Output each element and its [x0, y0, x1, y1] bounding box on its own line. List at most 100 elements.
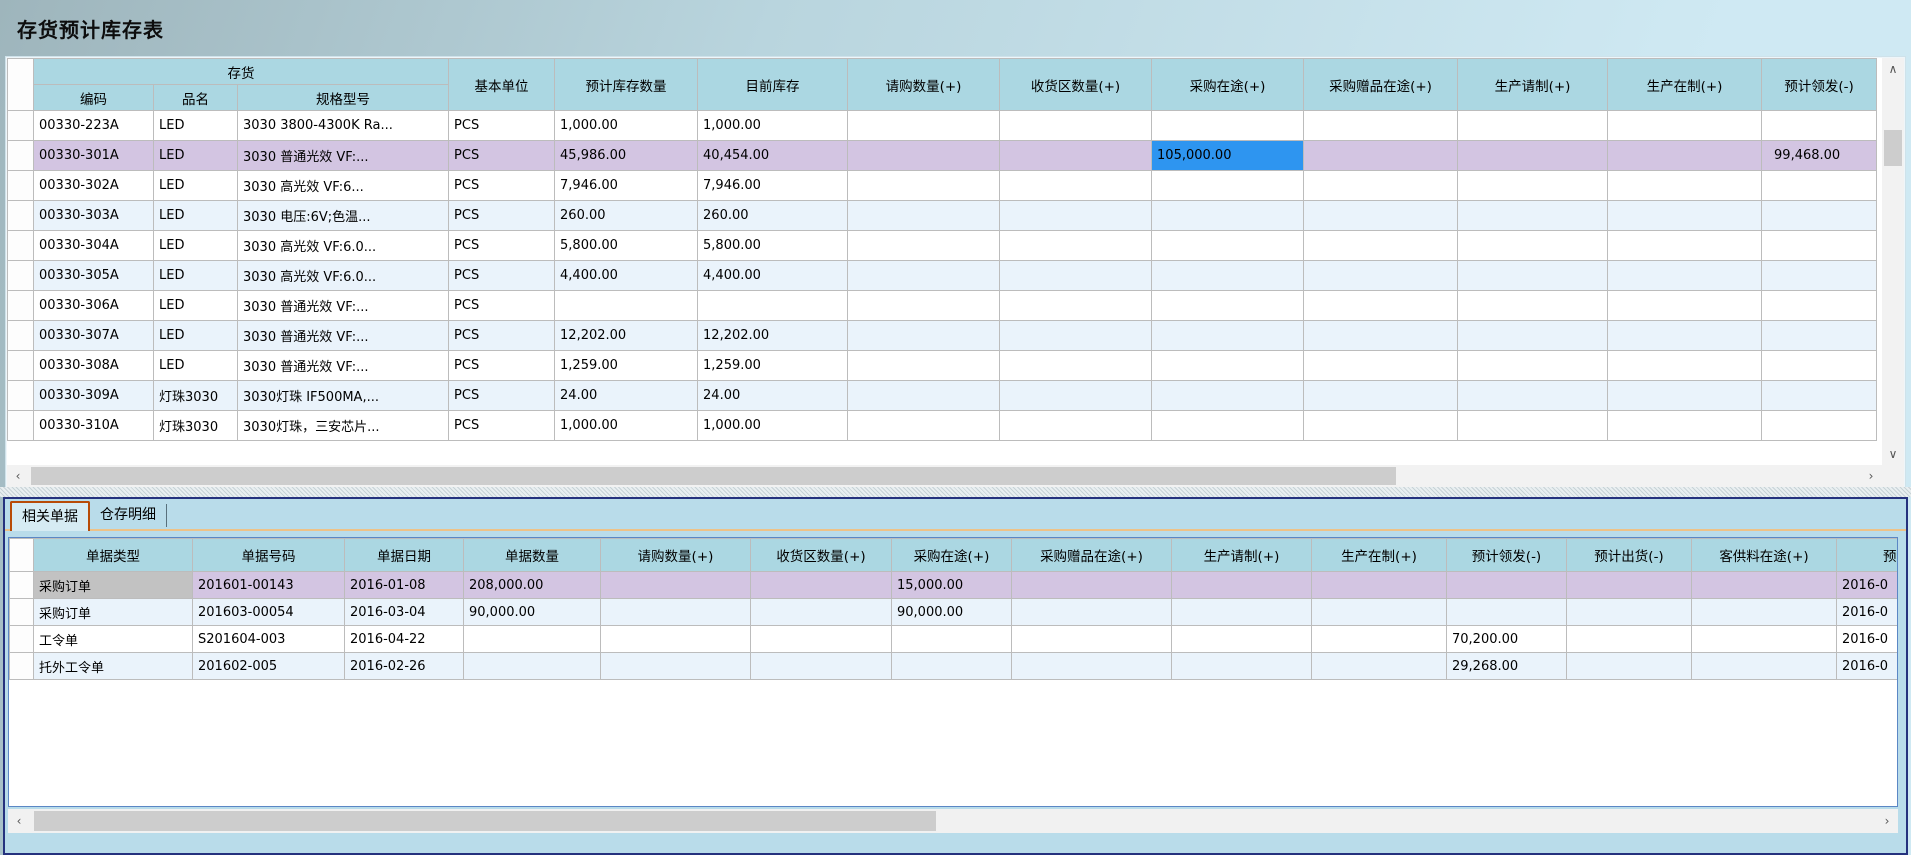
grid-cell[interactable]: [848, 231, 1000, 261]
grid-cell[interactable]: [1012, 626, 1172, 653]
grid-cell[interactable]: [1608, 201, 1762, 231]
grid-cell[interactable]: [1312, 572, 1447, 599]
column-header[interactable]: 品名: [154, 85, 238, 111]
grid-cell[interactable]: [1762, 201, 1877, 231]
column-header[interactable]: 收货区数量(+): [751, 539, 892, 572]
grid-cell[interactable]: 99,468.00: [1762, 141, 1877, 171]
grid-cell[interactable]: [1608, 231, 1762, 261]
row-indicator[interactable]: [10, 653, 34, 680]
horizontal-scrollbar-thumb[interactable]: [31, 467, 1396, 485]
grid-cell[interactable]: 3030 普通光效 VF:...: [238, 351, 449, 381]
grid-cell[interactable]: [1567, 653, 1692, 680]
grid-cell[interactable]: PCS: [449, 291, 555, 321]
grid-cell[interactable]: [1152, 291, 1304, 321]
grid-cell[interactable]: [1304, 111, 1458, 141]
grid-cell[interactable]: 00330-308A: [34, 351, 154, 381]
row-indicator[interactable]: [8, 351, 34, 381]
grid-cell[interactable]: [848, 261, 1000, 291]
column-header[interactable]: 请购数量(+): [848, 59, 1000, 111]
horizontal-scrollbar-thumb[interactable]: [34, 811, 936, 831]
column-header[interactable]: 预计出货(-): [1567, 539, 1692, 572]
grid-cell[interactable]: [1304, 141, 1458, 171]
grid-cell[interactable]: [1000, 381, 1152, 411]
grid-cell[interactable]: 2016-01-08: [345, 572, 464, 599]
grid-cell[interactable]: [1000, 291, 1152, 321]
column-header[interactable]: 目前库存: [698, 59, 848, 111]
row-indicator[interactable]: [8, 381, 34, 411]
grid-cell[interactable]: LED: [154, 321, 238, 351]
grid-cell[interactable]: [1458, 351, 1608, 381]
grid-cell[interactable]: [1458, 231, 1608, 261]
grid-cell[interactable]: [1762, 111, 1877, 141]
grid-cell[interactable]: PCS: [449, 321, 555, 351]
grid-cell[interactable]: 1,259.00: [555, 351, 698, 381]
vertical-scrollbar-thumb[interactable]: [1884, 130, 1902, 166]
grid-cell[interactable]: 90,000.00: [892, 599, 1012, 626]
grid-cell[interactable]: [555, 291, 698, 321]
row-indicator[interactable]: [8, 321, 34, 351]
grid-cell[interactable]: [1692, 626, 1837, 653]
column-header[interactable]: 采购赠品在途(+): [1304, 59, 1458, 111]
grid-cell[interactable]: [1312, 653, 1447, 680]
grid-cell[interactable]: [1608, 351, 1762, 381]
grid-cell[interactable]: [1608, 381, 1762, 411]
horizontal-scrollbar[interactable]: ‹ ›: [8, 809, 1898, 833]
grid-cell[interactable]: 1,000.00: [555, 411, 698, 441]
grid-cell[interactable]: [1000, 321, 1152, 351]
column-header[interactable]: 预计领发(-): [1762, 59, 1877, 111]
grid-cell[interactable]: [1000, 261, 1152, 291]
grid-cell[interactable]: [848, 351, 1000, 381]
grid-cell[interactable]: [601, 653, 751, 680]
grid-cell[interactable]: 3030 电压:6V;色温...: [238, 201, 449, 231]
grid-cell[interactable]: [1304, 171, 1458, 201]
grid-cell[interactable]: [601, 599, 751, 626]
grid-cell[interactable]: [1762, 321, 1877, 351]
grid-cell[interactable]: [848, 321, 1000, 351]
grid-cell[interactable]: 4,400.00: [698, 261, 848, 291]
grid-cell[interactable]: [464, 653, 601, 680]
column-header[interactable]: 规格型号: [238, 85, 449, 111]
grid-cell[interactable]: [1000, 351, 1152, 381]
scroll-up-icon[interactable]: ∧: [1882, 58, 1904, 80]
row-indicator[interactable]: [8, 171, 34, 201]
grid-cell[interactable]: [1458, 381, 1608, 411]
column-header[interactable]: 采购赠品在途(+): [1012, 539, 1172, 572]
grid-cell[interactable]: 00330-301A: [34, 141, 154, 171]
scroll-down-icon[interactable]: ∨: [1882, 443, 1904, 465]
grid-cell[interactable]: [1458, 201, 1608, 231]
grid-cell[interactable]: [1312, 626, 1447, 653]
grid-cell[interactable]: 00330-303A: [34, 201, 154, 231]
grid-cell[interactable]: PCS: [449, 141, 555, 171]
grid-cell[interactable]: 208,000.00: [464, 572, 601, 599]
column-header[interactable]: 预计库存数量: [555, 59, 698, 111]
grid-cell[interactable]: 201601-00143: [193, 572, 345, 599]
scroll-right-icon[interactable]: ›: [1876, 809, 1898, 833]
grid-cell[interactable]: 7,946.00: [698, 171, 848, 201]
grid-cell[interactable]: 3030 普通光效 VF:...: [238, 291, 449, 321]
grid-cell[interactable]: 3030 普通光效 VF:...: [238, 141, 449, 171]
grid-cell[interactable]: [1567, 599, 1692, 626]
grid-cell[interactable]: [601, 626, 751, 653]
grid-cell[interactable]: 1,000.00: [698, 111, 848, 141]
grid-cell[interactable]: [848, 411, 1000, 441]
column-header[interactable]: 单据号码: [193, 539, 345, 572]
column-header[interactable]: 生产请制(+): [1458, 59, 1608, 111]
column-header[interactable]: 单据类型: [34, 539, 193, 572]
grid-cell[interactable]: 12,202.00: [555, 321, 698, 351]
row-indicator[interactable]: [8, 111, 34, 141]
grid-cell[interactable]: [1012, 653, 1172, 680]
row-indicator[interactable]: [10, 626, 34, 653]
grid-cell[interactable]: [751, 653, 892, 680]
grid-cell[interactable]: [1608, 291, 1762, 321]
grid-cell[interactable]: [1762, 231, 1877, 261]
grid-cell[interactable]: PCS: [449, 381, 555, 411]
row-indicator[interactable]: [10, 572, 34, 599]
grid-cell[interactable]: 2016-0: [1837, 626, 1899, 653]
grid-cell[interactable]: 00330-307A: [34, 321, 154, 351]
grid-cell[interactable]: PCS: [449, 351, 555, 381]
grid-cell[interactable]: [1152, 321, 1304, 351]
grid-cell[interactable]: [1304, 201, 1458, 231]
grid-cell[interactable]: PCS: [449, 231, 555, 261]
grid-cell[interactable]: [1000, 231, 1152, 261]
grid-cell[interactable]: PCS: [449, 111, 555, 141]
